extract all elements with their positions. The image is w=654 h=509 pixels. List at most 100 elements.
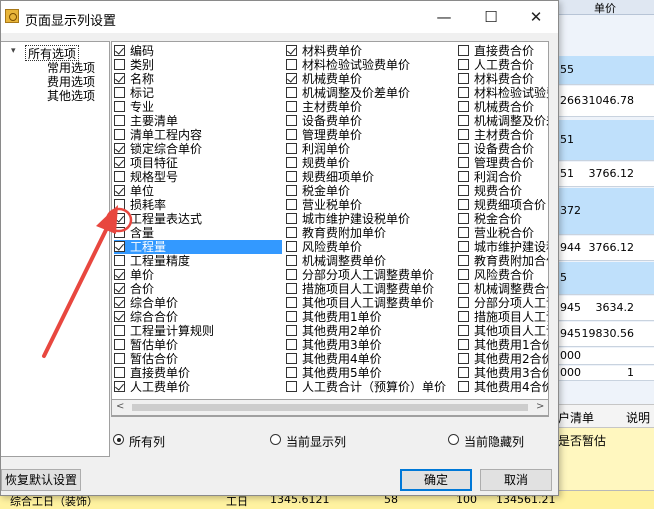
column-option[interactable]: 教育费附加单价 <box>286 226 454 240</box>
option-checkbox[interactable] <box>114 311 125 322</box>
column-option[interactable]: 人工费合价 <box>458 58 548 72</box>
column-option[interactable]: 其他费用1单价 <box>286 310 454 324</box>
maximize-button[interactable]: ☐ <box>469 5 513 29</box>
option-checkbox[interactable] <box>458 45 469 56</box>
option-checkbox[interactable] <box>286 45 297 56</box>
option-checkbox[interactable] <box>458 101 469 112</box>
option-checkbox[interactable] <box>458 311 469 322</box>
column-option[interactable]: 锁定综合单价 <box>114 142 282 156</box>
column-option[interactable]: 暂估单价 <box>114 338 282 352</box>
option-checkbox[interactable] <box>458 353 469 364</box>
column-option[interactable]: 直接费单价 <box>114 366 282 380</box>
option-checkbox[interactable] <box>286 157 297 168</box>
option-checkbox[interactable] <box>458 143 469 154</box>
column-option[interactable]: 其他费用3单价 <box>286 338 454 352</box>
option-checkbox[interactable] <box>286 213 297 224</box>
column-option[interactable]: 风险费合价 <box>458 268 548 282</box>
column-option[interactable]: 规费细项合价 <box>458 198 548 212</box>
bg-tab-list[interactable]: 户清单 <box>558 409 594 426</box>
option-checkbox[interactable] <box>458 157 469 168</box>
option-checkbox[interactable] <box>458 227 469 238</box>
option-checkbox[interactable] <box>114 143 125 154</box>
column-option[interactable]: 其他费用2单价 <box>286 324 454 338</box>
cancel-button[interactable]: 取消 <box>480 469 552 491</box>
option-checkbox[interactable] <box>286 353 297 364</box>
option-checkbox[interactable] <box>458 171 469 182</box>
column-option[interactable]: 其他项目人工调整费单价 <box>286 296 454 310</box>
column-option[interactable]: 工程量 <box>114 240 282 254</box>
option-checkbox[interactable] <box>286 59 297 70</box>
option-checkbox[interactable] <box>114 87 125 98</box>
radio-circle[interactable] <box>448 434 459 445</box>
option-checkbox[interactable] <box>114 339 125 350</box>
column-option[interactable]: 机械调整及价差单价 <box>286 86 454 100</box>
option-checkbox[interactable] <box>114 353 125 364</box>
column-option[interactable]: 标记 <box>114 86 282 100</box>
option-checkbox[interactable] <box>286 241 297 252</box>
column-option[interactable]: 其他费用1合价 <box>458 338 548 352</box>
option-checkbox[interactable] <box>286 171 297 182</box>
option-checkbox[interactable] <box>458 185 469 196</box>
option-checkbox[interactable] <box>458 283 469 294</box>
option-checkbox[interactable] <box>114 297 125 308</box>
column-option[interactable]: 规格型号 <box>114 170 282 184</box>
option-checkbox[interactable] <box>286 73 297 84</box>
option-checkbox[interactable] <box>286 381 297 392</box>
column-option[interactable]: 工程量表达式 <box>114 212 282 226</box>
option-checkbox[interactable] <box>286 339 297 350</box>
option-checkbox[interactable] <box>458 199 469 210</box>
column-option[interactable]: 规费单价 <box>286 156 454 170</box>
option-checkbox[interactable] <box>286 227 297 238</box>
dialog-titlebar[interactable]: 页面显示列设置 — ☐ ✕ <box>1 1 558 33</box>
horizontal-scrollbar[interactable]: < > <box>111 399 549 416</box>
option-checkbox[interactable] <box>458 241 469 252</box>
column-option[interactable]: 人工费单价 <box>114 380 282 394</box>
option-checkbox[interactable] <box>458 255 469 266</box>
column-option[interactable]: 税金合价 <box>458 212 548 226</box>
option-checkbox[interactable] <box>286 199 297 210</box>
option-checkbox[interactable] <box>286 325 297 336</box>
option-checkbox[interactable] <box>458 59 469 70</box>
option-checkbox[interactable] <box>286 101 297 112</box>
option-checkbox[interactable] <box>286 297 297 308</box>
option-checkbox[interactable] <box>114 227 125 238</box>
column-option[interactable]: 其他项目人工调 <box>458 324 548 338</box>
column-option[interactable]: 利润单价 <box>286 142 454 156</box>
column-option[interactable]: 分部分项人工调整费单价 <box>286 268 454 282</box>
column-option[interactable]: 其他费用2合价 <box>458 352 548 366</box>
option-checkbox[interactable] <box>114 283 125 294</box>
column-option[interactable]: 管理费单价 <box>286 128 454 142</box>
column-option[interactable]: 规费细项单价 <box>286 170 454 184</box>
column-option[interactable]: 主材费单价 <box>286 100 454 114</box>
column-option[interactable]: 税金单价 <box>286 184 454 198</box>
column-option[interactable]: 风险费单价 <box>286 240 454 254</box>
option-checkbox[interactable] <box>114 59 125 70</box>
column-option[interactable]: 材料费单价 <box>286 44 454 58</box>
option-checkbox[interactable] <box>458 297 469 308</box>
column-option[interactable]: 城市维护建设税 <box>458 240 548 254</box>
column-option[interactable]: 损耗率 <box>114 198 282 212</box>
option-checkbox[interactable] <box>286 129 297 140</box>
column-option[interactable]: 直接费合价 <box>458 44 548 58</box>
option-checkbox[interactable] <box>286 311 297 322</box>
minimize-button[interactable]: — <box>422 5 466 29</box>
option-checkbox[interactable] <box>114 199 125 210</box>
column-option[interactable]: 措施项目人工调整费单价 <box>286 282 454 296</box>
scroll-right-icon[interactable]: > <box>536 401 544 412</box>
option-checkbox[interactable] <box>286 143 297 154</box>
column-option[interactable]: 设备费合价 <box>458 142 548 156</box>
option-checkbox[interactable] <box>458 367 469 378</box>
column-option[interactable]: 单位 <box>114 184 282 198</box>
column-option[interactable]: 清单工程内容 <box>114 128 282 142</box>
column-option[interactable]: 合价 <box>114 282 282 296</box>
option-checkbox[interactable] <box>114 171 125 182</box>
scroll-thumb[interactable] <box>132 404 528 411</box>
option-checkbox[interactable] <box>458 339 469 350</box>
option-checkbox[interactable] <box>114 129 125 140</box>
option-checkbox[interactable] <box>286 87 297 98</box>
option-checkbox[interactable] <box>114 157 125 168</box>
column-option[interactable]: 机械费合价 <box>458 100 548 114</box>
column-option[interactable]: 机械调整费单价 <box>286 254 454 268</box>
option-checkbox[interactable] <box>114 213 125 224</box>
column-option[interactable]: 主材费合价 <box>458 128 548 142</box>
